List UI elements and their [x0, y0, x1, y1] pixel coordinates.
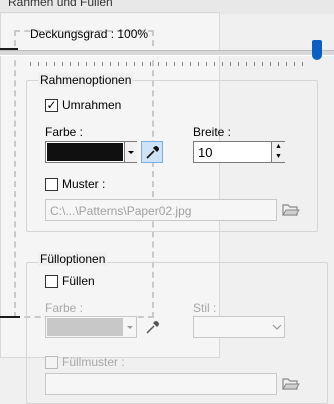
fill-options-heading: Fülloptionen [38, 252, 108, 266]
fill-pattern-path-field[interactable] [45, 373, 277, 395]
fill-color-swatch [47, 318, 123, 336]
opacity-slider-track[interactable] [0, 50, 334, 56]
chevron-down-icon [124, 142, 137, 162]
background-edge-line-lower [0, 316, 20, 318]
eyedropper-icon [146, 321, 159, 334]
frame-width-label: Breite : [193, 125, 232, 139]
fill-color-label: Farbe : [45, 301, 84, 315]
chevron-down-icon [124, 317, 136, 337]
opacity-slider-thumb[interactable] [312, 40, 322, 60]
frame-checkbox[interactable]: ✓ [45, 99, 58, 112]
fill-style-label: Stil : [193, 301, 217, 315]
spin-down-icon[interactable]: ▼ [271, 152, 285, 162]
folder-open-icon [282, 204, 300, 216]
fill-eyedropper-button[interactable] [143, 318, 161, 336]
pattern-checkbox[interactable] [45, 178, 58, 191]
frame-width-spinbox[interactable]: 10 ▲ ▼ [193, 141, 285, 163]
fill-checkbox[interactable] [45, 275, 58, 288]
fill-pattern-browse-button[interactable] [281, 375, 301, 393]
folder-open-icon [282, 378, 300, 390]
frame-checkbox-label: Umrahmen [62, 98, 122, 112]
fill-color-dropdown[interactable] [45, 316, 137, 338]
pattern-browse-button[interactable] [281, 201, 301, 219]
frame-width-value: 10 [198, 145, 213, 160]
fill-style-dropdown[interactable] [193, 316, 285, 338]
pattern-checkbox-label: Muster : [62, 177, 106, 191]
frame-color-label: Farbe : [45, 125, 84, 139]
frame-color-dropdown[interactable] [45, 141, 137, 163]
fill-pattern-checkbox[interactable] [45, 356, 58, 369]
eyedropper-icon [146, 146, 159, 159]
frame-color-swatch [47, 143, 123, 161]
pattern-path-field[interactable]: C:\...\Patterns\Paper02.jpg [45, 199, 277, 221]
window-title: Rahmen und Füllen [8, 0, 113, 9]
opacity-slider-ticks [30, 62, 310, 66]
opacity-label: Deckungsgrad : 100% [30, 27, 149, 41]
pattern-path-value: C:\...\Patterns\Paper02.jpg [50, 204, 192, 218]
fill-checkbox-label: Füllen [62, 274, 95, 288]
chevron-down-icon [270, 317, 284, 337]
frame-eyedropper-button[interactable] [141, 141, 163, 163]
frame-options-heading: Rahmenoptionen [38, 73, 134, 87]
checkmark-icon: ✓ [46, 98, 57, 112]
fill-pattern-checkbox-label: Füllmuster : [62, 355, 125, 369]
